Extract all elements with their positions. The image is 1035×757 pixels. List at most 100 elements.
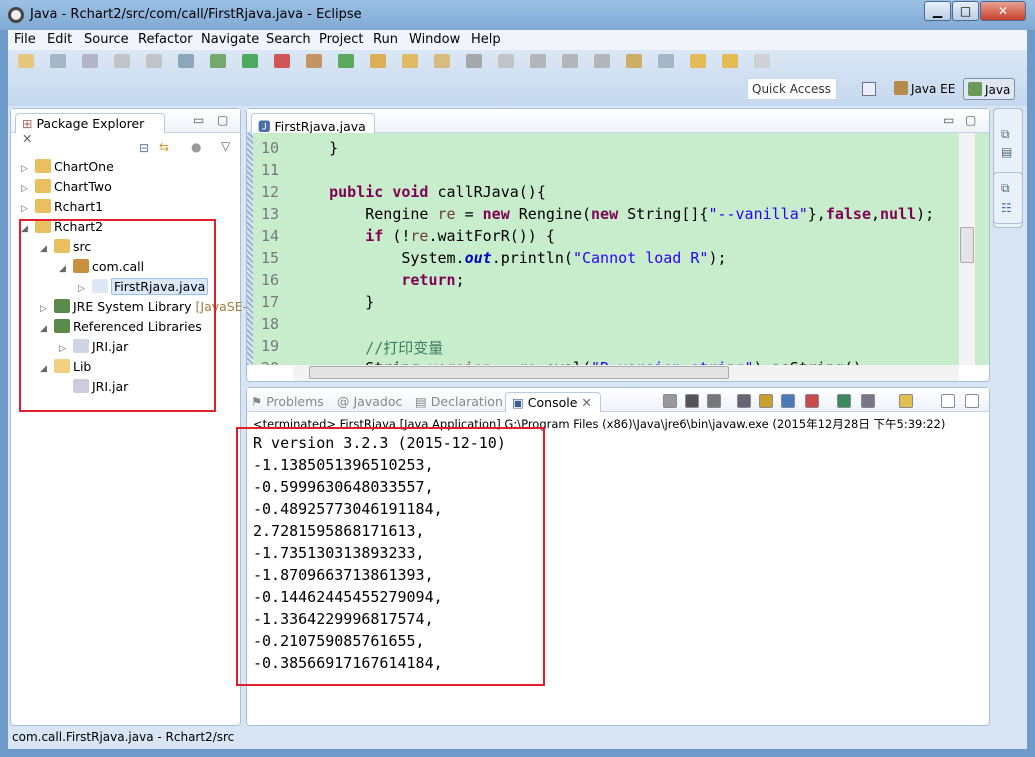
open-perspective-icon[interactable] — [862, 82, 876, 96]
line-number: 19 — [261, 337, 280, 355]
toolbar-button-icon[interactable] — [82, 54, 98, 68]
tree-item-label: ChartOne — [53, 159, 114, 174]
terminate-icon[interactable] — [663, 394, 677, 408]
java-perspective-icon — [968, 82, 982, 96]
pin-console-icon[interactable] — [837, 394, 851, 408]
toolbar-button-icon[interactable] — [146, 54, 162, 68]
scroll-lock-icon[interactable] — [737, 394, 751, 408]
menu-help[interactable]: Help — [471, 32, 501, 47]
line-number: 20 — [261, 359, 291, 365]
code-area[interactable]: 10 } 11 12 public void callRJava(){13 Reng… — [247, 133, 989, 365]
tree-item[interactable]: ▷ Rchart1 — [21, 197, 241, 217]
menu-window[interactable]: Window — [409, 32, 460, 47]
toolbar-button-icon[interactable] — [498, 54, 514, 68]
line-number: 11 — [261, 161, 280, 179]
editor-panel: 🅹 FirstRjava.java ✕ ▭ ▢ 10 } 11 12 public … — [246, 108, 990, 382]
tree-item[interactable]: ▷ ChartTwo — [21, 177, 241, 197]
remove-all-icon[interactable] — [707, 394, 721, 408]
tab-javadoc[interactable]: @ Javadoc — [337, 394, 402, 409]
menu-edit[interactable]: Edit — [47, 32, 72, 47]
restore-icon[interactable]: ⧉ — [1001, 127, 1010, 142]
toolbar-button-icon[interactable] — [114, 54, 130, 68]
project-icon — [34, 179, 51, 193]
word-wrap-icon[interactable] — [759, 394, 773, 408]
quick-access-input[interactable]: Quick Access — [747, 78, 837, 100]
toolbar-button-icon[interactable] — [210, 54, 226, 68]
view-menu-icon[interactable]: ▽ — [221, 139, 230, 153]
toolbar-button-icon[interactable] — [434, 54, 450, 68]
line-number: 10 — [261, 139, 280, 157]
vertical-scrollbar[interactable] — [959, 133, 975, 365]
show-on-stderr-icon[interactable] — [805, 394, 819, 408]
toolbar-button-icon[interactable] — [50, 54, 66, 68]
minimize-button[interactable]: ▁ — [924, 1, 951, 21]
menu-search[interactable]: Search — [266, 32, 311, 47]
toolbar-button-icon[interactable] — [658, 54, 674, 68]
open-console-icon[interactable] — [899, 394, 913, 408]
toolbar-button-icon[interactable] — [338, 54, 354, 68]
close-button[interactable]: ✕ — [980, 1, 1026, 21]
toolbar-button-icon[interactable] — [274, 54, 290, 68]
show-on-stdout-icon[interactable] — [781, 394, 795, 408]
toolbar-button-icon[interactable] — [178, 54, 194, 68]
tree-item[interactable]: ▷ ChartOne — [21, 157, 241, 177]
filter-icon[interactable]: ● — [191, 140, 201, 154]
maximize-editor-icon[interactable]: ▢ — [965, 113, 976, 127]
line-number: 16 — [261, 271, 280, 289]
expand-toggle-icon[interactable]: ▷ — [21, 199, 31, 219]
toolbar-button-icon[interactable] — [530, 54, 546, 68]
menu-run[interactable]: Run — [373, 32, 398, 47]
code-line: //打印变量 — [365, 339, 444, 357]
window-title: Java - Rchart2/src/com/call/FirstRjava.j… — [30, 7, 362, 22]
minimize-view-icon[interactable]: ▭ — [193, 113, 204, 127]
hierarchy-icon[interactable]: ☷ — [1001, 201, 1012, 215]
scrollbar-thumb[interactable] — [309, 366, 729, 379]
toolbar-button-icon[interactable] — [594, 54, 610, 68]
tab-package-explorer[interactable]: ⊞ Package Explorer ✕ — [15, 113, 165, 146]
maximize-icon[interactable] — [965, 394, 979, 408]
toolbar-button-icon[interactable] — [690, 54, 706, 68]
tab-problems[interactable]: ⚑ Problems — [251, 394, 324, 409]
line-number: 18 — [261, 315, 280, 333]
toolbar-button-icon[interactable] — [626, 54, 642, 68]
minimize-icon[interactable] — [941, 394, 955, 408]
expand-toggle-icon[interactable]: ▷ — [21, 179, 31, 199]
link-with-editor-icon[interactable]: ⇆ — [159, 140, 169, 154]
problems-icon: ⚑ — [251, 394, 267, 409]
perspective-java-ee[interactable]: Java EE — [890, 78, 959, 100]
scrollbar-thumb[interactable] — [960, 227, 974, 263]
expand-toggle-icon[interactable]: ▷ — [21, 159, 31, 179]
menu-source[interactable]: Source — [84, 32, 129, 47]
tab-firstrjava[interactable]: 🅹 FirstRjava.java ✕ — [251, 113, 375, 150]
collapse-all-icon[interactable]: ⊟ — [139, 141, 149, 155]
toolbar-button-icon[interactable] — [306, 54, 322, 68]
restore-icon[interactable]: ⧉ — [1001, 181, 1010, 196]
menu-navigate[interactable]: Navigate — [201, 32, 259, 47]
outline-icon[interactable]: ▤ — [1001, 145, 1012, 159]
close-tab-icon[interactable]: ✕ — [22, 131, 32, 146]
toolbar-button-icon[interactable] — [466, 54, 482, 68]
highlight-box-console — [236, 427, 545, 686]
toolbar-button-icon[interactable] — [242, 54, 258, 68]
minimize-editor-icon[interactable]: ▭ — [943, 113, 954, 127]
close-tab-icon[interactable]: ✕ — [581, 395, 591, 410]
maximize-button[interactable]: □ — [952, 1, 979, 21]
perspective-java[interactable]: Java — [963, 78, 1016, 100]
toolbar-button-icon[interactable] — [402, 54, 418, 68]
tree-item-label: Rchart1 — [53, 199, 104, 214]
code-line: if (!re.waitForR()) { — [365, 227, 555, 245]
tab-declaration[interactable]: ▤ Declaration — [415, 394, 503, 409]
remove-launch-icon[interactable] — [685, 394, 699, 408]
tab-console[interactable]: ▣ Console ✕ — [505, 392, 601, 412]
toolbar-button-icon[interactable] — [370, 54, 386, 68]
toolbar-button-icon[interactable] — [722, 54, 738, 68]
maximize-view-icon[interactable]: ▢ — [217, 113, 228, 127]
menu-project[interactable]: Project — [319, 32, 363, 47]
display-console-icon[interactable] — [861, 394, 875, 408]
toolbar-button-icon[interactable] — [754, 54, 770, 68]
horizontal-scrollbar[interactable] — [293, 365, 959, 381]
toolbar-button-icon[interactable] — [18, 54, 34, 68]
menu-file[interactable]: File — [14, 32, 36, 47]
toolbar-button-icon[interactable] — [562, 54, 578, 68]
menu-refactor[interactable]: Refactor — [138, 32, 193, 47]
